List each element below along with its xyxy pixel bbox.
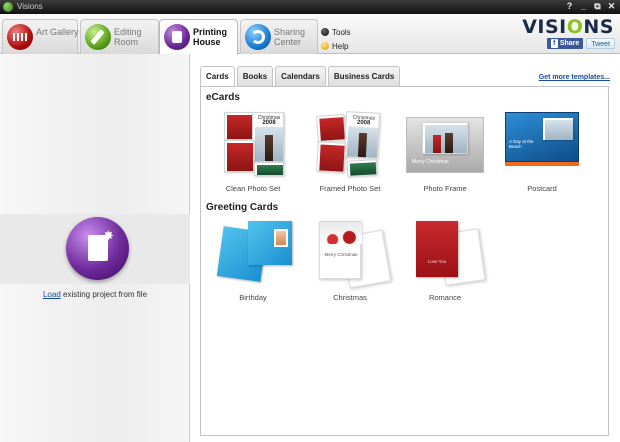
window-titlebar: Visions ? _ ⧉ ✕ <box>0 0 620 14</box>
template-browser: Cards Books Calendars Business Cards Get… <box>200 66 612 436</box>
share-label: Share <box>559 40 580 47</box>
get-more-templates-link[interactable]: Get more templates... <box>539 74 610 81</box>
tab-sharing-center[interactable]: Sharing Center <box>240 19 318 54</box>
tab-printing-house[interactable]: Printing House <box>159 19 238 55</box>
tab-art-gallery[interactable]: Art Gallery <box>2 19 79 54</box>
section-title-greeting-cards: Greeting Cards <box>206 202 279 213</box>
social-buttons: f Share Tweet <box>546 38 615 49</box>
load-project-icon[interactable]: ✸ <box>66 217 129 280</box>
facebook-share-button[interactable]: f Share <box>546 38 584 49</box>
help-icon <box>321 42 329 50</box>
template-romance[interactable]: Love You Romance <box>400 221 490 302</box>
section-title-ecards: eCards <box>206 92 240 103</box>
template-clean-photo-set[interactable]: Christmas 2008 Clean Photo Set <box>208 112 298 193</box>
thumb-year-text: 2008 <box>262 120 276 126</box>
template-caption: Postcard <box>527 184 557 193</box>
template-thumbnail <box>214 221 292 287</box>
thumb-postcard-caption: A Day at the Beach <box>509 139 534 149</box>
tab-label: Printing House <box>193 27 227 47</box>
help-link[interactable]: Help <box>321 39 351 53</box>
template-birthday[interactable]: Birthday <box>208 221 298 302</box>
tools-label: Tools <box>332 27 351 37</box>
template-framed-photo-set[interactable]: Christmas 2008 Framed Photo Set <box>305 111 395 193</box>
pencil-icon <box>85 24 111 50</box>
tab-label: Sharing Center <box>274 27 306 47</box>
tab-calendars[interactable]: Calendars <box>275 66 326 86</box>
restore-button[interactable]: ⧉ <box>593 1 602 12</box>
help-window-button[interactable]: ? <box>565 1 574 12</box>
tab-editing-room[interactable]: Editing Room <box>80 19 159 54</box>
tab-business-cards[interactable]: Business Cards <box>327 66 401 86</box>
app-logo-icon <box>3 2 13 12</box>
tab-label: Editing Room <box>114 27 142 47</box>
facebook-icon: f <box>550 39 558 48</box>
window-title: Visions <box>17 2 43 11</box>
close-button[interactable]: ✕ <box>607 1 616 12</box>
document-icon <box>164 24 190 50</box>
template-thumbnail: Christmas 2008 <box>311 111 389 178</box>
left-panel: ✸ Load existing project from file <box>0 54 190 442</box>
template-caption: Romance <box>428 293 462 302</box>
template-postcard[interactable]: A Day at the Beach Postcard <box>497 112 587 193</box>
tweet-label: Tweet <box>591 41 610 48</box>
brand-logo: VISIONS <box>522 16 614 38</box>
tab-books[interactable]: Books <box>236 66 274 86</box>
templates-panel: eCards Christmas 2008 Clean Photo Set Ch… <box>200 86 609 436</box>
category-tabs: Cards Books Calendars Business Cards <box>200 66 401 87</box>
template-thumbnail: A Day at the Beach <box>503 112 581 178</box>
template-thumbnail: Merry Christmas <box>311 221 392 289</box>
template-photo-frame[interactable]: Merry Christmas Photo Frame <box>400 112 490 193</box>
tab-cards[interactable]: Cards <box>200 66 235 87</box>
help-label: Help <box>332 41 349 51</box>
share-arc-icon <box>245 24 271 50</box>
template-thumbnail: Love You <box>406 221 486 287</box>
load-project-text: Load existing project from file <box>0 290 190 299</box>
template-christmas[interactable]: Merry Christmas Christmas <box>305 221 395 302</box>
thumb-romance-caption: Love You <box>427 259 447 264</box>
art-gallery-icon <box>7 24 33 50</box>
load-link[interactable]: Load <box>43 290 61 299</box>
thumb-frame-caption: Merry Christmas <box>412 159 449 165</box>
template-caption: Christmas <box>333 293 367 302</box>
template-thumbnail: Merry Christmas <box>406 112 484 178</box>
template-caption: Framed Photo Set <box>319 184 381 193</box>
thumb-christmas-greeting: Merry Christmas <box>324 252 358 257</box>
template-caption: Birthday <box>239 293 267 302</box>
template-thumbnail: Christmas 2008 <box>214 112 292 178</box>
window-controls: ? _ ⧉ ✕ <box>565 1 616 12</box>
load-description: existing project from file <box>60 290 148 299</box>
tools-link[interactable]: Tools <box>321 25 351 39</box>
utility-links: Tools Help <box>321 25 351 53</box>
tools-icon <box>321 28 329 36</box>
template-caption: Clean Photo Set <box>225 184 281 193</box>
minimize-button[interactable]: _ <box>579 1 588 12</box>
sparkle-icon: ✸ <box>103 228 114 243</box>
tab-label: Art Gallery <box>36 27 79 37</box>
template-caption: Photo Frame <box>423 184 467 193</box>
tweet-button[interactable]: Tweet <box>586 38 615 49</box>
